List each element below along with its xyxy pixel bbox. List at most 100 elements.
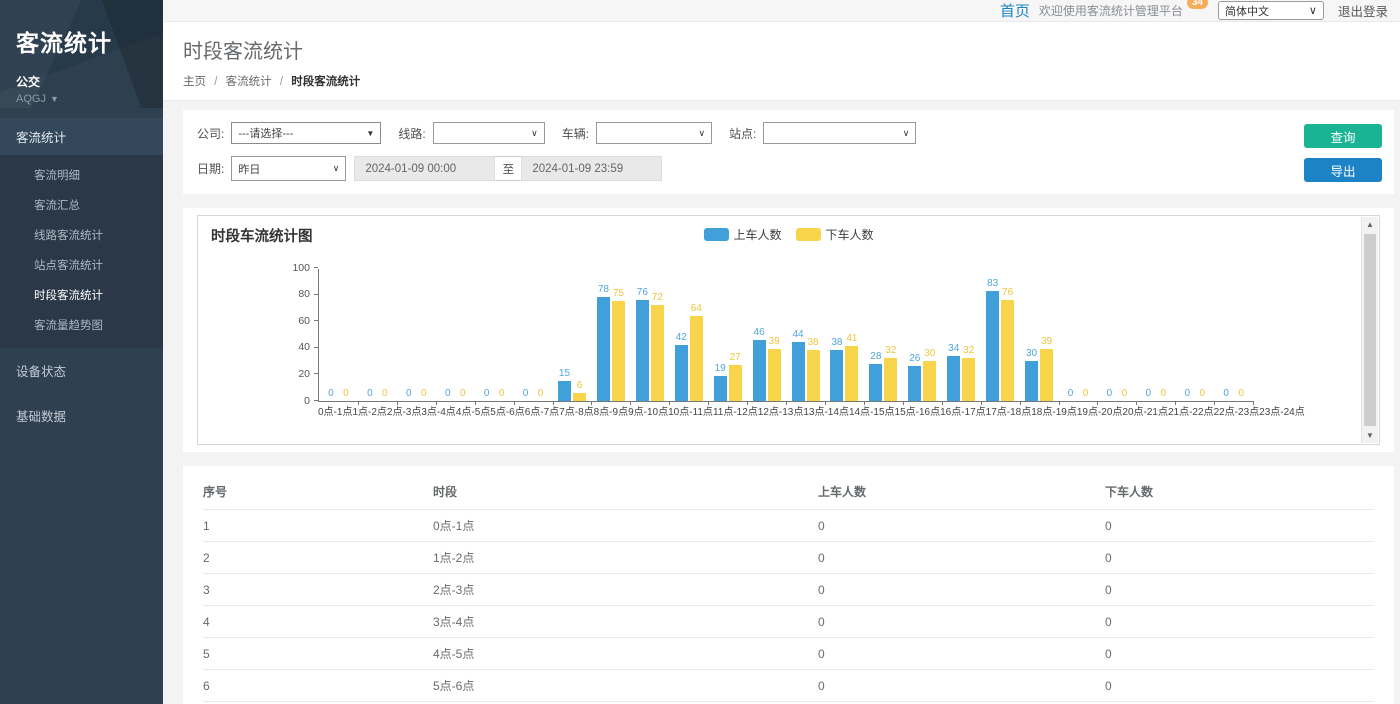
y-axis-tick-label: 40	[298, 342, 310, 353]
notification-badge[interactable]: 34	[1187, 0, 1208, 9]
bar-column: 76	[636, 269, 649, 401]
bar[interactable]	[651, 305, 664, 401]
bar-column: 0	[534, 269, 547, 401]
x-axis-tick	[475, 401, 476, 405]
sidebar-item-device-status[interactable]: 设备状态	[0, 348, 163, 393]
station-select[interactable]: ∨	[763, 122, 916, 144]
query-button[interactable]: 查询	[1304, 124, 1382, 148]
breadcrumb-home[interactable]: 主页	[183, 76, 206, 88]
legend-label: 下车人数	[826, 226, 874, 243]
bar-value-label: 0	[367, 389, 373, 399]
bar[interactable]	[792, 342, 805, 401]
date-range-to-label: 至	[495, 156, 521, 181]
breadcrumb-section[interactable]: 客流统计	[226, 76, 272, 88]
language-select[interactable]: 简体中文 ∨	[1218, 1, 1324, 20]
vehicle-select[interactable]: ∨	[596, 122, 712, 144]
bar-column: 0	[1157, 269, 1170, 401]
export-button[interactable]: 导出	[1304, 158, 1382, 182]
scrollbar-thumb[interactable]	[1364, 234, 1376, 426]
bar[interactable]	[923, 361, 936, 401]
bar-column: 0	[1142, 269, 1155, 401]
bar-column: 32	[962, 269, 975, 401]
bar-column: 0	[495, 269, 508, 401]
bar[interactable]	[636, 300, 649, 401]
chevron-down-icon: ∨	[903, 128, 910, 139]
bar[interactable]	[714, 376, 727, 401]
sidebar-subitem[interactable]: 客流汇总	[0, 190, 163, 220]
filter-row-2: 日期: 昨日 ∨ 2024-01-09 00:00 至 2024-01-09 2…	[197, 156, 1380, 181]
sidebar-subitem[interactable]: 站点客流统计	[0, 250, 163, 280]
end-date-input[interactable]: 2024-01-09 23:59	[521, 156, 662, 181]
y-axis-tick-label: 0	[304, 396, 310, 407]
company-select[interactable]: ---请选择--- ▼	[231, 122, 381, 144]
sidebar-subitem[interactable]: 客流量趋势图	[0, 310, 163, 340]
logout-link[interactable]: 退出登录	[1338, 1, 1388, 20]
bar[interactable]	[908, 366, 921, 401]
sidebar-subitem[interactable]: 线路客流统计	[0, 220, 163, 250]
table-header-cell: 序号	[203, 472, 433, 510]
table-header-cell: 下车人数	[1105, 472, 1374, 510]
bar[interactable]	[675, 345, 688, 401]
bar-value-label: 0	[538, 389, 544, 399]
bar[interactable]	[612, 301, 625, 401]
start-date-input[interactable]: 2024-01-09 00:00	[354, 156, 495, 181]
bar-value-label: 34	[948, 344, 959, 354]
chart-box: 时段车流统计图 上车人数下车人数 00000000000015678757672…	[197, 215, 1380, 445]
bar-column: 0	[402, 269, 415, 401]
bar[interactable]	[845, 346, 858, 401]
bar-group: 00	[397, 269, 436, 401]
bar-column: 72	[651, 269, 664, 401]
date-preset-select[interactable]: 昨日 ∨	[231, 156, 346, 181]
bar[interactable]	[558, 381, 571, 401]
home-link[interactable]: 首页	[1000, 0, 1030, 21]
bar[interactable]	[947, 356, 960, 401]
bar-column: 64	[690, 269, 703, 401]
bar[interactable]	[869, 364, 882, 401]
bar[interactable]	[768, 349, 781, 401]
sidebar-item-passenger-stats[interactable]: 客流统计	[0, 118, 163, 155]
table-cell: 0	[1105, 574, 1374, 606]
bar[interactable]	[573, 393, 586, 401]
table-header-cell: 时段	[433, 472, 818, 510]
sidebar-subitem[interactable]: 时段客流统计	[0, 280, 163, 310]
bar[interactable]	[807, 350, 820, 401]
x-axis-category-label: 12点-13点	[758, 407, 804, 418]
x-axis-category-label: 8点-9点	[594, 407, 628, 418]
sidebar-item-base-data[interactable]: 基础数据	[0, 393, 163, 438]
chart-scrollbar[interactable]: ▲ ▼	[1361, 217, 1378, 443]
bar-column: 38	[830, 269, 843, 401]
y-axis-tick-label: 80	[298, 289, 310, 300]
bar[interactable]	[962, 358, 975, 401]
bar[interactable]	[1040, 349, 1053, 401]
app-root: 客流统计 公交 AQGJ▼ 客流统计 客流明细客流汇总线路客流统计站点客流统计时…	[0, 0, 1400, 704]
y-axis-tick-mark	[314, 320, 318, 321]
bar[interactable]	[830, 350, 843, 401]
bar[interactable]	[1001, 300, 1014, 401]
bar[interactable]	[597, 297, 610, 401]
table-cell: 0	[1105, 638, 1374, 670]
bar-value-label: 27	[730, 353, 741, 363]
x-axis-tick	[1136, 401, 1137, 405]
scroll-up-icon[interactable]: ▲	[1362, 220, 1378, 229]
line-select[interactable]: ∨	[433, 122, 545, 144]
bar[interactable]	[884, 358, 897, 401]
breadcrumb-separator: /	[280, 76, 283, 88]
bar-group: 00	[1059, 269, 1098, 401]
x-axis-tick	[514, 401, 515, 405]
bar[interactable]	[729, 365, 742, 401]
bar-value-label: 6	[577, 381, 583, 391]
scroll-down-icon[interactable]: ▼	[1362, 431, 1378, 440]
legend-item[interactable]: 上车人数	[703, 226, 781, 243]
sidebar-subitem[interactable]: 客流明细	[0, 160, 163, 190]
x-axis-tick	[864, 401, 865, 405]
x-axis-category-label: 6点-7点	[525, 407, 559, 418]
bar[interactable]	[753, 340, 766, 401]
bar[interactable]	[690, 316, 703, 401]
bar[interactable]	[986, 291, 999, 401]
chevron-down-icon: ∨	[531, 128, 538, 139]
table-cell: 0	[818, 606, 1105, 638]
bar[interactable]	[1025, 361, 1038, 401]
org-code-dropdown[interactable]: AQGJ▼	[16, 93, 147, 105]
legend-item[interactable]: 下车人数	[796, 226, 874, 243]
bar-plot: 0000000000001567875767242641927463944383…	[318, 269, 1253, 402]
